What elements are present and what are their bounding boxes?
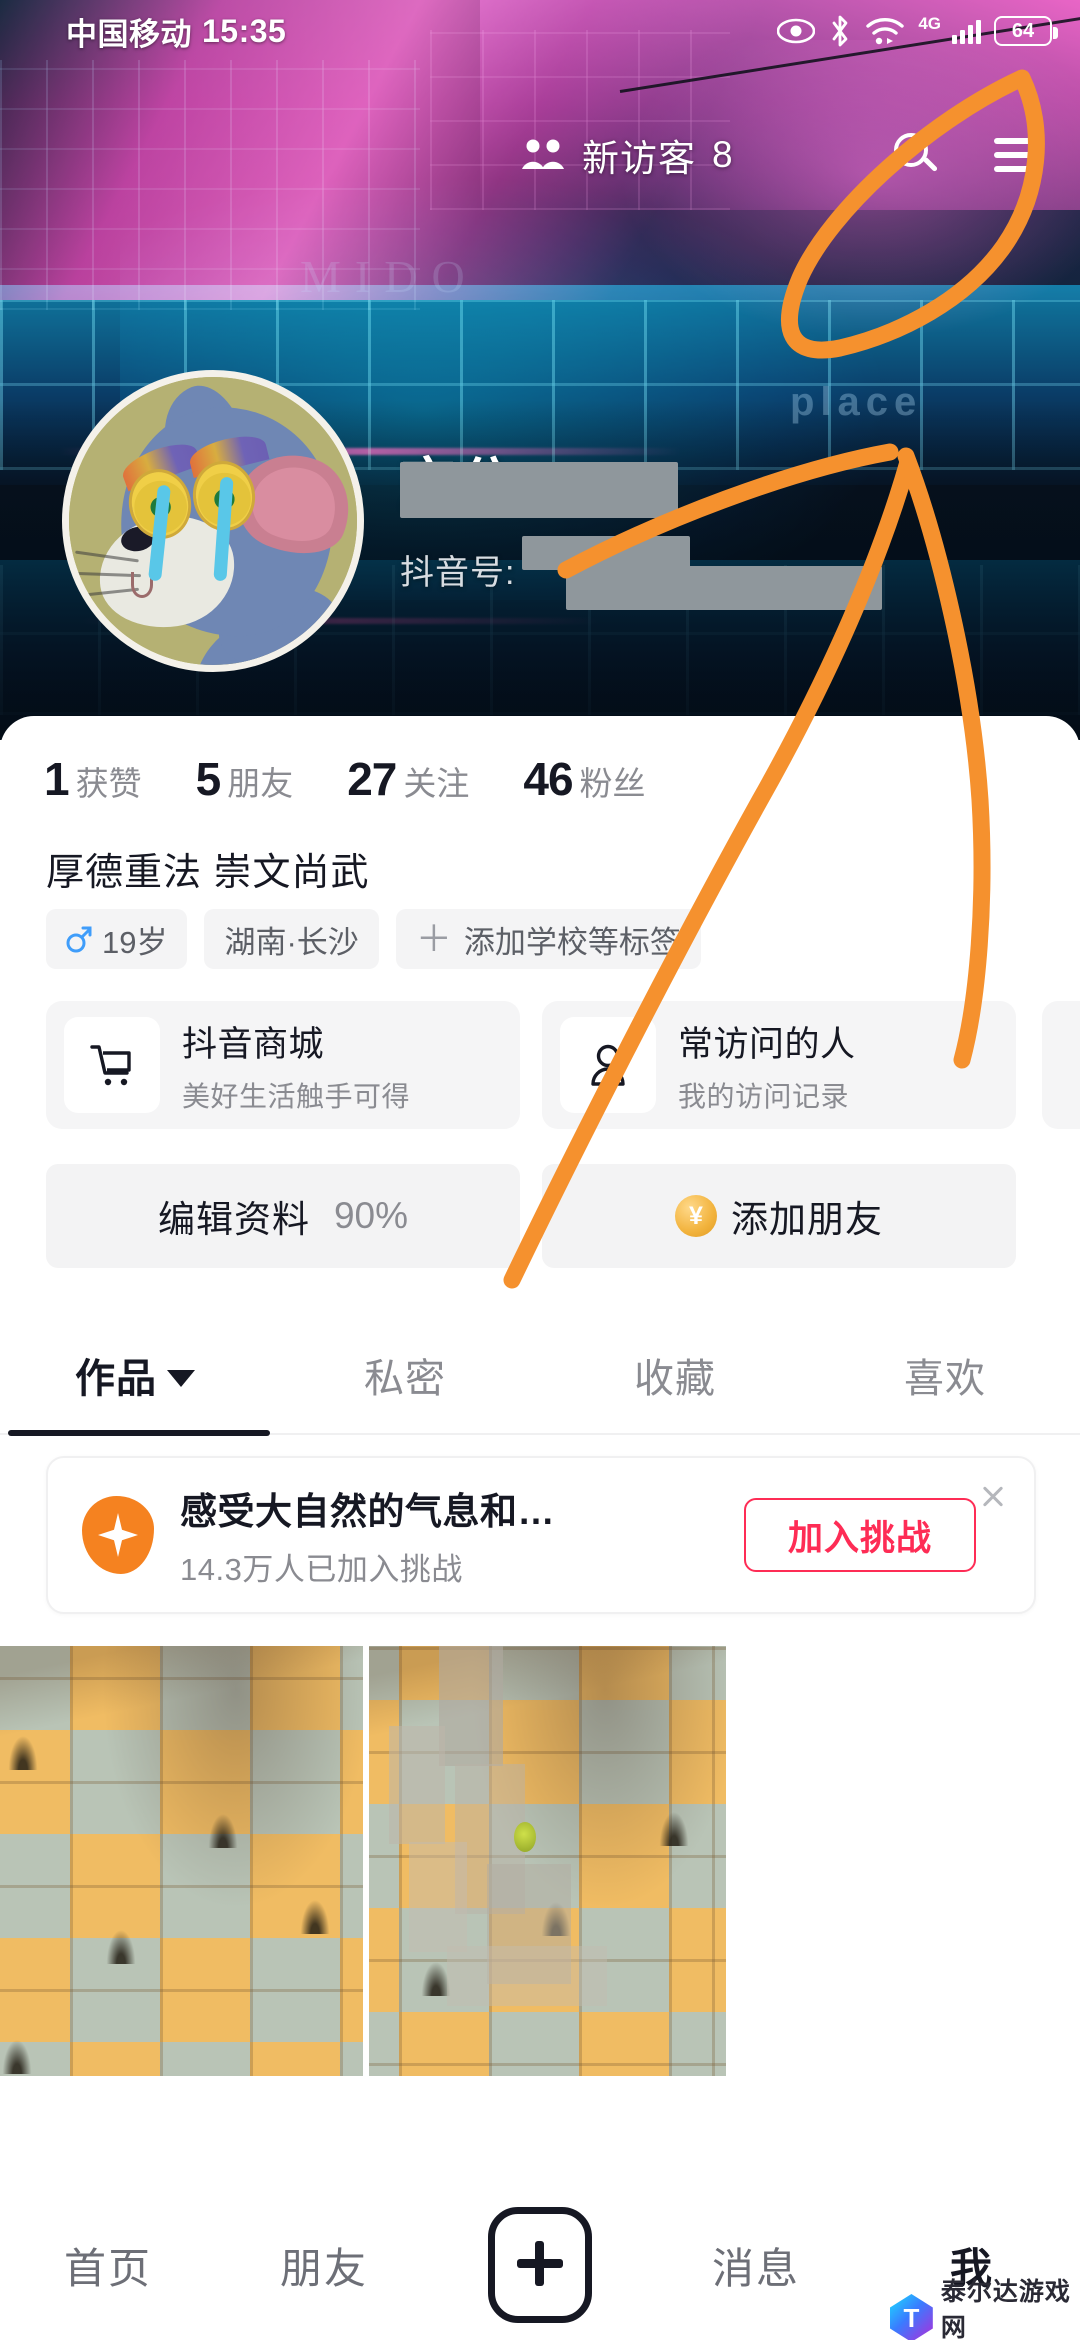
nav-create-button[interactable] [432,2207,648,2323]
stat-label: 粉丝 [579,765,646,802]
challenge-title: 感受大自然的气息和… [180,1491,555,1532]
video-thumbnail[interactable] [0,1646,363,2076]
edit-profile-progress: 90% [333,1195,409,1236]
watermark-logo-icon [890,2294,933,2340]
close-icon[interactable] [972,1476,1012,1516]
tag-label: 添加学校等标签 [463,924,681,960]
service-card-title: 常访问的人 [678,1024,856,1064]
id-redaction-1 [522,536,690,570]
edit-profile-button[interactable]: 编辑资料 90% [46,1164,520,1268]
tag-add-school[interactable]: ＋ 添加学校等标签 [395,909,701,969]
join-challenge-button[interactable]: 加入挑战 [744,1498,976,1572]
stat-value: 46 [523,753,573,805]
profile-tags: 19岁 湖南·长沙 ＋ 添加学校等标签 [46,909,701,969]
new-visitors-count: 8 [712,134,734,175]
challenge-subtitle: 14.3万人已加入挑战 [180,1552,463,1587]
tab-likes[interactable]: 喜欢 [810,1346,1080,1404]
stat-value: 5 [195,753,222,805]
stat-label: 朋友 [227,765,294,802]
watermark-name: 泰尔达游戏网 [940,2278,1071,2340]
video-grid [0,1646,1080,2076]
service-cards: 抖音商城 美好生活触手可得 常访问的人 我的访问记录 [46,1001,1016,1129]
add-friend-button[interactable]: ¥ 添加朋友 [542,1164,1016,1268]
eye-icon [777,18,816,44]
network-type-label: 4G [918,14,941,33]
tab-works[interactable]: 作品 [0,1346,270,1404]
tab-label: 收藏 [634,1357,716,1401]
challenge-banner[interactable]: 感受大自然的气息和… 14.3万人已加入挑战 加入挑战 [46,1456,1036,1614]
content-tabs: 作品 私密 收藏 喜欢 [0,1316,1080,1436]
tab-private[interactable]: 私密 [270,1346,540,1404]
challenge-spark-icon [82,1496,154,1574]
tab-label: 喜欢 [904,1357,986,1401]
stat-value: 1 [44,753,70,805]
tab-label: 私密 [364,1357,446,1401]
tag-age-gender[interactable]: 19岁 [46,909,188,969]
status-bar: 中国移动 15:35 4G 64 [0,0,1080,62]
search-icon[interactable] [894,133,939,177]
plus-create-icon [488,2207,592,2323]
cover-header-bar: 新访客 8 [0,110,1080,200]
cover-text-mido: MIDO [300,251,479,302]
plus-icon: ＋ [415,918,452,959]
service-card-title: 抖音商城 [182,1024,325,1064]
service-card-subtitle: 美好生活触手可得 [182,1080,411,1112]
tag-label: 19岁 [102,924,168,960]
bluetooth-icon [828,14,852,48]
service-card-subtitle: 我的访问记录 [678,1080,850,1112]
people-icon [520,137,566,173]
douyin-id-label: 抖音号: [400,554,516,592]
battery-icon: 64 [994,16,1058,46]
service-card-visitors[interactable]: 常访问的人 我的访问记录 [542,1001,1016,1129]
yuan-coin-icon: ¥ [675,1195,717,1237]
battery-level: 64 [1011,20,1035,42]
hamburger-menu-icon[interactable] [994,138,1040,172]
tag-label: 湖南·长沙 [224,924,359,960]
clock: 15:35 [202,12,287,49]
add-friend-label: 添加朋友 [731,1199,883,1240]
profile-stats: 1 获赞 5 朋友 27 关注 46 粉丝 [44,752,700,806]
id-redaction-2 [566,566,882,610]
nav-messages[interactable]: 消息 [648,2235,864,2296]
profile-bio[interactable]: 厚德重法 崇文尚武 [46,841,370,896]
tag-location[interactable]: 湖南·长沙 [204,909,379,969]
stat-likes[interactable]: 1 获赞 [44,752,142,806]
nav-home[interactable]: 首页 [0,2235,216,2296]
tab-favorites[interactable]: 收藏 [540,1346,810,1404]
carrier-name: 中国移动 [66,16,192,52]
tab-label: 作品 [75,1357,157,1401]
service-card-mall[interactable]: 抖音商城 美好生活触手可得 [46,1001,520,1129]
site-watermark: 泰尔达游戏网 www.tairda.com [890,2272,1080,2340]
profile-content-sheet: 1 获赞 5 朋友 27 关注 46 粉丝 厚德重法 崇文尚武 19岁 湖南·长… [0,716,1080,2340]
tab-active-indicator [8,1430,270,1436]
edit-profile-label: 编辑资料 [157,1199,310,1240]
new-visitors-label: 新访客 [582,138,696,179]
stat-value: 27 [347,753,397,805]
chevron-down-icon [167,1369,195,1387]
wifi-icon [865,16,905,46]
shopping-cart-icon [64,1017,160,1113]
avatar[interactable] [62,370,364,672]
signal-icon [952,18,981,44]
stat-friends[interactable]: 5 朋友 [196,752,294,806]
person-icon [560,1017,656,1113]
nav-friends[interactable]: 朋友 [216,2235,432,2296]
service-card-next-partial[interactable] [1042,1001,1080,1129]
phone-screen: MIDO place 中国移动 15:35 4G 64 新访客 8 抖音号: 1… [0,0,1080,2340]
new-visitors-entry[interactable]: 新访客 8 [520,128,734,182]
stat-label: 获赞 [75,765,142,802]
stat-followers[interactable]: 46 粉丝 [523,752,645,806]
stat-following[interactable]: 27 关注 [347,752,469,806]
profile-action-buttons: 编辑资料 90% ¥ 添加朋友 [46,1164,1016,1268]
stat-label: 关注 [403,765,470,802]
video-thumbnail[interactable] [369,1646,732,2076]
male-gender-icon [66,924,92,954]
username-redaction [400,462,678,518]
cover-text-place: place [790,380,923,424]
